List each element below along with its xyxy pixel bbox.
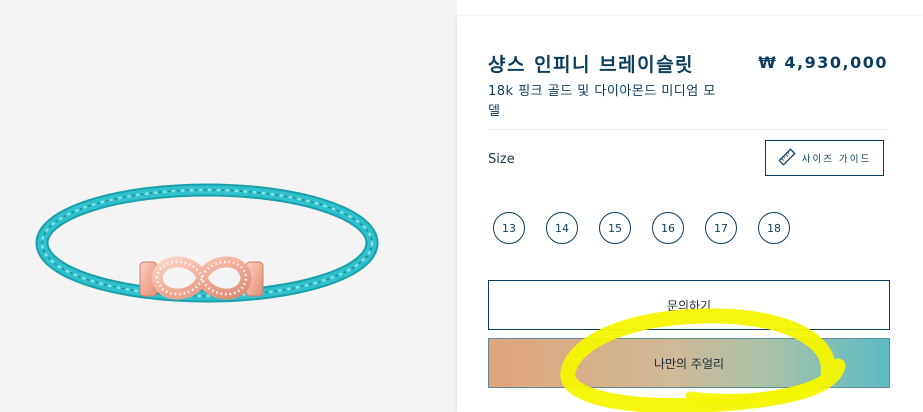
size-option-14[interactable]: 14 <box>546 212 578 244</box>
size-guide-label: 사이즈 가이드 <box>801 154 872 165</box>
size-option-18[interactable]: 18 <box>758 212 790 244</box>
my-jewelry-button-label: 나만의 주얼리 <box>653 356 725 371</box>
size-guide-button[interactable]: 사이즈 가이드 <box>765 140 884 176</box>
size-option-17[interactable]: 17 <box>705 212 737 244</box>
inquiry-button-label: 문의하기 <box>666 298 712 313</box>
product-info-panel: 샹스 인피니 브레이슬릿 ₩ 4,930,000 18k 핑크 골드 및 다이아… <box>457 16 923 412</box>
size-option-13[interactable]: 13 <box>493 212 525 244</box>
size-option-16[interactable]: 16 <box>652 212 684 244</box>
product-price: ₩ 4,930,000 <box>758 53 888 72</box>
size-option-15[interactable]: 15 <box>599 212 631 244</box>
ruler-icon <box>778 147 796 169</box>
my-jewelry-button[interactable]: 나만의 주얼리 <box>488 338 890 388</box>
divider <box>488 129 888 130</box>
size-options: 13 14 15 16 17 18 <box>493 212 790 244</box>
product-image <box>35 183 379 303</box>
size-label: Size <box>488 152 515 167</box>
product-image-area <box>0 0 457 412</box>
product-title: 샹스 인피니 브레이슬릿 <box>488 54 695 76</box>
product-subtitle: 18k 핑크 골드 및 다이아몬드 미디엄 모델 <box>488 84 716 119</box>
inquiry-button[interactable]: 문의하기 <box>488 280 890 330</box>
